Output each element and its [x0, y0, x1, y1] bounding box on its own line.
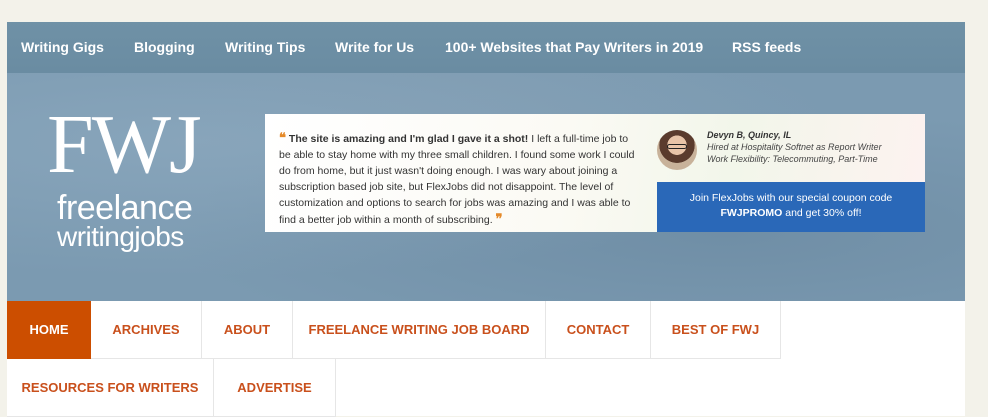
topnav-blogging[interactable]: Blogging — [134, 22, 195, 73]
close-quote-icon: ❞ — [495, 211, 503, 226]
cta-coupon-code: FWJPROMO — [720, 207, 783, 219]
quote-headline: The site is amazing and I'm glad I gave … — [288, 133, 529, 145]
author-name: Devyn B, Quincy, IL — [707, 130, 792, 140]
top-nav: Writing Gigs Blogging Writing Tips Write… — [7, 22, 965, 74]
testimonial-avatar — [657, 130, 697, 170]
site-logo[interactable]: FWJ freelance writingjobs — [47, 103, 237, 257]
logo-fwj-text: FWJ — [47, 98, 202, 191]
nav-resources[interactable]: RESOURCES FOR WRITERS — [7, 359, 214, 417]
quote-body: I left a full-time job to be able to sta… — [279, 133, 635, 226]
site-header: FWJ freelance writingjobs ❝ The site is … — [7, 73, 965, 301]
topnav-writing-tips[interactable]: Writing Tips — [225, 22, 305, 73]
page: Writing Gigs Blogging Writing Tips Write… — [7, 22, 965, 417]
author-flexibility: Work Flexibility: Telecommuting, Part-Ti… — [707, 154, 878, 164]
open-quote-icon: ❝ — [279, 130, 286, 145]
logo-writingjobs-text: writingjobs — [57, 221, 184, 252]
nav-advertise[interactable]: ADVERTISE — [214, 359, 336, 417]
nav-archives[interactable]: ARCHIVES — [91, 301, 202, 359]
glasses-shape — [667, 144, 687, 149]
topnav-write-for-us[interactable]: Write for Us — [335, 22, 414, 73]
coupon-cta-button[interactable]: Join FlexJobs with our special coupon co… — [657, 182, 925, 232]
topnav-writing-gigs[interactable]: Writing Gigs — [21, 22, 104, 73]
nav-best-of-fwj[interactable]: BEST OF FWJ — [651, 301, 781, 359]
nav-contact[interactable]: CONTACT — [546, 301, 651, 359]
author-job: Hired at Hospitality Softnet as Report W… — [707, 142, 882, 152]
testimonial-author: Devyn B, Quincy, IL Hired at Hospitality… — [707, 129, 917, 165]
cta-text: Join FlexJobs with our special coupon co… — [689, 192, 893, 204]
nav-about[interactable]: ABOUT — [202, 301, 293, 359]
main-nav: HOME ARCHIVES ABOUT FREELANCE WRITING JO… — [7, 301, 965, 417]
logo-freelance-text: freelance — [57, 189, 193, 227]
flexjobs-ad-banner[interactable]: ❝ The site is amazing and I'm glad I gav… — [265, 114, 925, 232]
topnav-100-websites[interactable]: 100+ Websites that Pay Writers in 2019 — [445, 22, 703, 73]
nav-home[interactable]: HOME — [7, 301, 91, 359]
testimonial-quote: ❝ The site is amazing and I'm glad I gav… — [279, 130, 635, 228]
cta-tail: and get 30% off! — [782, 207, 862, 219]
topnav-rss-feeds[interactable]: RSS feeds — [732, 22, 801, 73]
nav-job-board[interactable]: FREELANCE WRITING JOB BOARD — [293, 301, 546, 359]
